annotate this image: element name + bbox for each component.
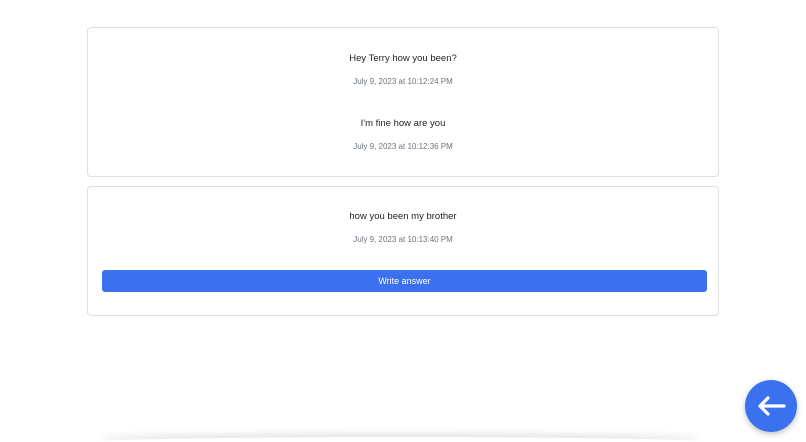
message-timestamp: July 9, 2023 at 10:12:24 PM — [353, 77, 453, 86]
message: how you been my brother July 9, 2023 at … — [88, 211, 718, 245]
message-text: how you been my brother — [349, 211, 457, 222]
message: Hey Terry how you been? July 9, 2023 at … — [88, 53, 718, 87]
arrow-left-icon — [758, 396, 786, 416]
bottom-shadow-bar — [100, 437, 700, 442]
message-timestamp: July 9, 2023 at 10:12:36 PM — [353, 142, 453, 151]
thread-card: how you been my brother July 9, 2023 at … — [87, 186, 719, 316]
message-timestamp: July 9, 2023 at 10:13:40 PM — [353, 235, 453, 244]
thread-card: Hey Terry how you been? July 9, 2023 at … — [87, 27, 719, 177]
back-button[interactable] — [745, 380, 797, 432]
message-text: Hey Terry how you been? — [349, 53, 457, 64]
message-text: I'm fine how are you — [360, 118, 446, 129]
page: Hey Terry how you been? July 9, 2023 at … — [0, 0, 806, 442]
write-answer-button[interactable]: Write answer — [102, 270, 707, 292]
message: I'm fine how are you July 9, 2023 at 10:… — [88, 118, 718, 152]
